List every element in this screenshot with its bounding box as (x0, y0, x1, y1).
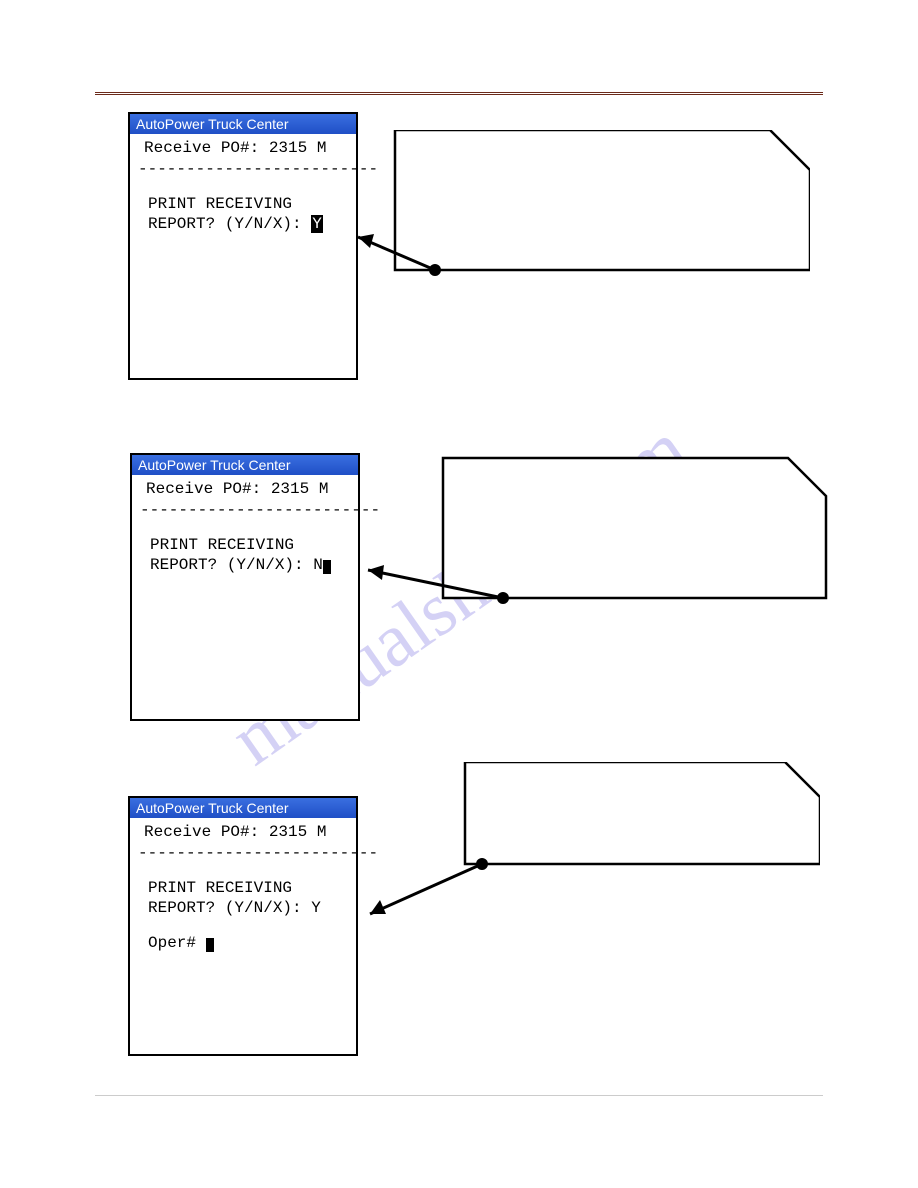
top-divider (95, 92, 823, 95)
window-titlebar: AutoPower Truck Center (132, 455, 358, 475)
oper-prompt: Oper# (148, 933, 348, 954)
answer-value: N (313, 556, 323, 574)
terminal-content: Receive PO#: 2315 M --------------------… (130, 818, 356, 962)
terminal-window-2: AutoPower Truck Center Receive PO#: 2315… (130, 453, 360, 721)
prompt-line-1: PRINT RECEIVING (150, 535, 350, 556)
prompt-line-1: PRINT RECEIVING (148, 194, 348, 215)
terminal-header-line: Receive PO#: 2315 M (140, 479, 350, 500)
callout-1 (340, 130, 810, 290)
cursor-icon (206, 938, 214, 952)
prompt-line-2: REPORT? (Y/N/X): Y (148, 214, 348, 235)
terminal-content: Receive PO#: 2315 M --------------------… (130, 134, 356, 243)
cursor-icon (323, 560, 331, 574)
separator-line: ------------------------- (138, 159, 348, 180)
document-page: manualshive.com AutoPower Truck Center R… (0, 0, 918, 1188)
terminal-header-line: Receive PO#: 2315 M (138, 822, 348, 843)
callout-3 (350, 762, 820, 992)
terminal-window-3: AutoPower Truck Center Receive PO#: 2315… (128, 796, 358, 1056)
bottom-divider (95, 1095, 823, 1096)
terminal-header-line: Receive PO#: 2315 M (138, 138, 348, 159)
prompt-line-2: REPORT? (Y/N/X): Y (148, 898, 348, 919)
window-titlebar: AutoPower Truck Center (130, 798, 356, 818)
separator-line: ------------------------- (138, 843, 348, 864)
terminal-content: Receive PO#: 2315 M --------------------… (132, 475, 358, 584)
terminal-window-1: AutoPower Truck Center Receive PO#: 2315… (128, 112, 358, 380)
callout-2 (348, 450, 828, 650)
answer-value: Y (311, 215, 323, 233)
prompt-line-1: PRINT RECEIVING (148, 878, 348, 899)
window-titlebar: AutoPower Truck Center (130, 114, 356, 134)
separator-line: ------------------------- (140, 500, 350, 521)
prompt-line-2: REPORT? (Y/N/X): N (150, 555, 350, 576)
